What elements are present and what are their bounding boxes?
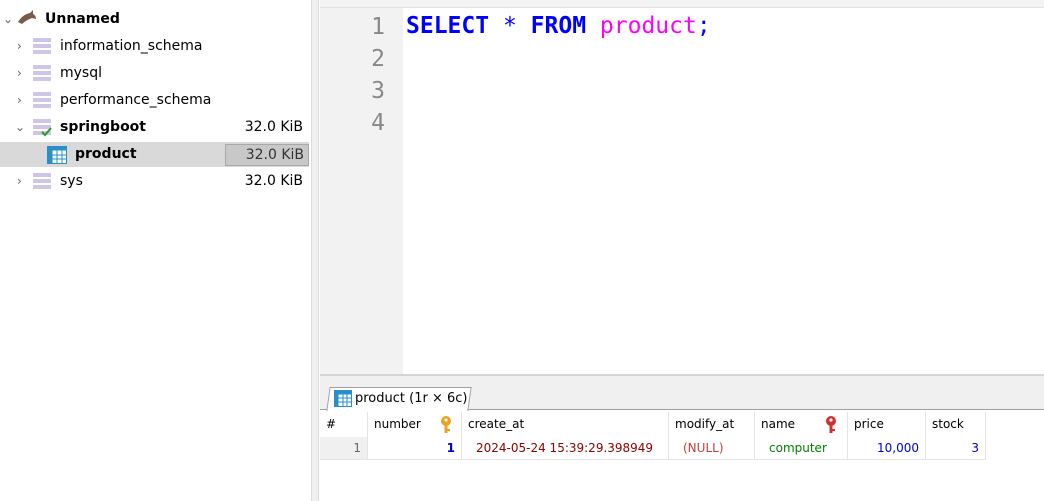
db-size: 32.0 KiB — [244, 119, 303, 135]
column-header-label: name — [761, 417, 796, 431]
table-size: 32.0 KiB — [225, 144, 309, 166]
sql-keyword: SELECT — [406, 13, 490, 39]
chevron-right-icon[interactable]: › — [17, 94, 27, 106]
tree-item-label: springboot — [60, 119, 146, 135]
sql-operator: * — [502, 13, 517, 39]
tree-item-label: product — [75, 146, 137, 162]
tree-item-mysql[interactable]: › mysql — [0, 61, 311, 86]
column-header-stock[interactable]: stock — [926, 412, 986, 437]
cell-create-at[interactable]: 2024-05-24 15:39:29.398949 — [462, 437, 669, 460]
column-header-label: price — [854, 417, 884, 431]
sql-punctuation: ; — [696, 13, 711, 39]
panel-splitter[interactable] — [311, 0, 319, 501]
chevron-right-icon[interactable]: › — [17, 67, 27, 79]
tree-item-label: sys — [60, 173, 83, 189]
tree-item-label: mysql — [60, 65, 102, 81]
sql-keyword: FROM — [530, 13, 587, 39]
column-header-label: stock — [932, 417, 964, 431]
tree-root-label: Unnamed — [45, 11, 120, 27]
column-header-label: create_at — [468, 417, 525, 431]
tree-item-springboot[interactable]: ⌄ springboot 32.0 KiB — [0, 115, 311, 140]
db-size: 32.0 KiB — [244, 173, 303, 189]
row-number-cell[interactable]: 1 — [320, 437, 368, 460]
column-header-number[interactable]: number — [368, 412, 462, 437]
cell-price[interactable]: 10,000 — [848, 437, 926, 460]
results-panel: product (1r × 6c) # number create_at mod… — [320, 374, 1044, 501]
table-icon — [334, 390, 352, 414]
sql-identifier: product — [599, 13, 697, 39]
tree-item-product-table[interactable]: product 32.0 KiB — [0, 142, 309, 167]
column-header-label: # — [326, 417, 337, 431]
table-icon — [47, 146, 67, 168]
tree-item-information-schema[interactable]: › information_schema — [0, 34, 311, 59]
line-number: 3 — [371, 78, 385, 104]
tree-item-label: performance_schema — [60, 92, 212, 108]
column-header-price[interactable]: price — [848, 412, 926, 437]
query-editor[interactable]: 1 2 3 4 SELECT * FROM product; — [320, 0, 1044, 374]
line-number: 2 — [371, 46, 385, 72]
cell-modify-at[interactable]: (NULL) — [669, 437, 755, 460]
column-header-modify-at[interactable]: modify_at — [669, 412, 755, 437]
line-number-gutter: 1 2 3 4 — [320, 8, 403, 374]
sql-code-line[interactable]: SELECT * FROM product; — [406, 10, 711, 42]
line-number: 1 — [371, 14, 385, 40]
database-tree: ⌄ Unnamed › information_schema › mysql › — [0, 0, 311, 501]
tree-item-performance-schema[interactable]: › performance_schema — [0, 88, 311, 113]
column-header-label: number — [374, 417, 421, 431]
cell-name[interactable]: computer — [755, 437, 848, 460]
tree-item-sys[interactable]: › sys 32.0 KiB — [0, 169, 311, 194]
cell-stock[interactable]: 3 — [926, 437, 986, 460]
line-number: 4 — [371, 110, 385, 136]
cell-number[interactable]: 1 — [368, 437, 462, 460]
results-tab-bar: product (1r × 6c) — [320, 376, 1044, 411]
results-tab-label: product (1r × 6c) — [355, 391, 468, 406]
column-header-name[interactable]: name — [755, 412, 848, 437]
tree-root-unnamed[interactable]: ⌄ Unnamed — [0, 7, 311, 32]
column-header-label: modify_at — [675, 417, 735, 431]
chevron-right-icon[interactable]: › — [17, 175, 27, 187]
column-header-create-at[interactable]: create_at — [462, 412, 669, 437]
chevron-right-icon[interactable]: › — [17, 40, 27, 52]
editor-tab-strip — [320, 0, 1044, 8]
chevron-down-icon[interactable]: ⌄ — [15, 121, 25, 133]
chevron-down-icon[interactable]: ⌄ — [3, 13, 13, 25]
column-header-rownum[interactable]: # — [320, 412, 368, 437]
dolphin-icon — [17, 9, 37, 29]
tree-item-label: information_schema — [60, 38, 203, 54]
